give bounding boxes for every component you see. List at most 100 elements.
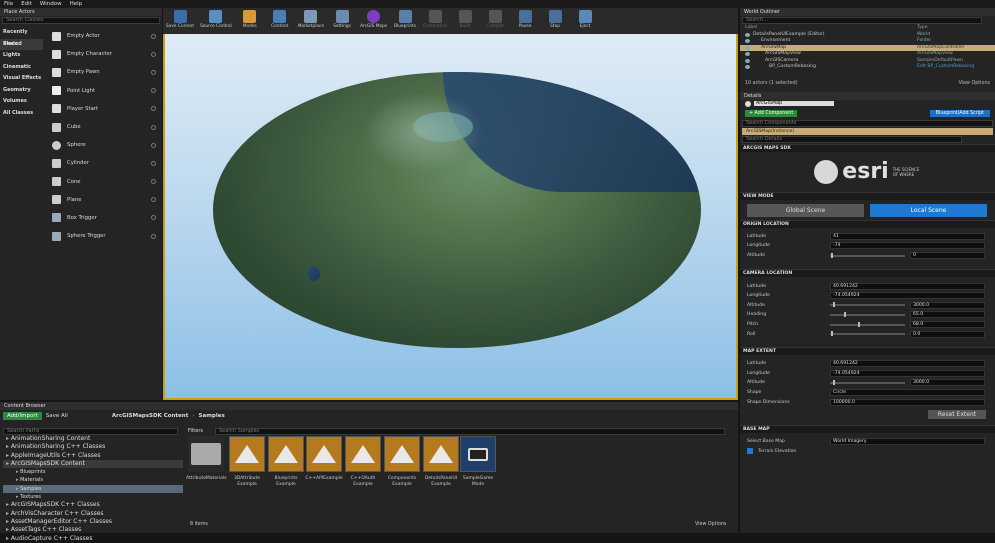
outliner-search-input[interactable]: Search...	[742, 17, 982, 24]
category-lights[interactable]: Lights	[0, 50, 43, 62]
extent-dimensions-input[interactable]: 100000.0	[830, 398, 985, 406]
extent-altitude-input[interactable]: 3000.0	[910, 379, 985, 387]
actor-item[interactable]: Empty Pawn	[44, 63, 162, 81]
origin-latitude-input[interactable]: 41	[830, 232, 985, 240]
extent-shape-dropdown[interactable]: Circle	[830, 388, 985, 396]
instance-row[interactable]: ArcGISMap(Instance)	[742, 127, 993, 135]
folder-item[interactable]: ▸ AppleImageUtils C++ Classes	[3, 452, 183, 460]
camera-heading-slider[interactable]	[830, 312, 905, 318]
add-component-button[interactable]: + Add Component	[745, 109, 798, 117]
info-icon[interactable]	[151, 215, 156, 221]
info-icon[interactable]	[151, 124, 156, 130]
info-icon[interactable]	[151, 51, 156, 57]
actor-item[interactable]: Cube	[44, 118, 162, 136]
toolbar-button[interactable]: Build	[453, 10, 477, 29]
camera-roll-slider[interactable]	[830, 331, 905, 337]
visibility-eye-icon[interactable]	[745, 58, 750, 63]
camera-altitude-slider[interactable]	[830, 302, 905, 308]
folder-item[interactable]: ▸ AssetManagerEditor C++ Classes	[3, 518, 183, 526]
toolbar-button[interactable]: Pause	[513, 10, 537, 29]
add-import-button[interactable]: Add/Import	[3, 412, 42, 420]
toolbar-button[interactable]: Content	[268, 10, 292, 29]
menu-help[interactable]: Help	[70, 1, 83, 7]
toolbar-button[interactable]: Compile	[483, 10, 507, 29]
search-paths-input[interactable]: Search Paths	[3, 428, 178, 435]
info-icon[interactable]	[151, 106, 156, 112]
cb-view-options[interactable]: View Options	[695, 522, 726, 527]
info-icon[interactable]	[151, 160, 156, 166]
actor-item[interactable]: Sphere Trigger	[44, 227, 162, 245]
actor-item[interactable]: Point Light	[44, 82, 162, 100]
folder-item[interactable]: ▸ AssetTags C++ Classes	[3, 526, 183, 534]
origin-altitude-input[interactable]: 0	[910, 251, 985, 259]
folder-item[interactable]: ▸ Materials	[3, 476, 183, 484]
details-tab[interactable]: Details	[740, 91, 995, 100]
asset-thumbnail[interactable]	[188, 436, 224, 472]
info-icon[interactable]	[151, 179, 156, 185]
toolbar-button[interactable]: Eject	[573, 10, 597, 29]
info-icon[interactable]	[151, 197, 156, 203]
toolbar-button[interactable]: Modes	[238, 10, 262, 29]
folder-item[interactable]: ▸ AnimationSharing Content	[3, 435, 183, 443]
filters-button[interactable]: Filters	[188, 428, 203, 434]
breadcrumb-content[interactable]: ArcGISMapsSDK Content	[112, 413, 188, 419]
category-all-classes[interactable]: All Classes	[0, 108, 43, 120]
toolbar-button[interactable]: Cinematics	[423, 10, 447, 29]
save-all-button[interactable]: Save All	[46, 413, 68, 419]
toolbar-button[interactable]: ArcGIS Maps	[360, 10, 387, 29]
actor-item[interactable]: Plane	[44, 191, 162, 209]
visibility-eye-icon[interactable]	[745, 32, 750, 37]
extent-altitude-slider[interactable]	[830, 380, 905, 386]
search-samples-input[interactable]: Search Samples	[215, 428, 725, 435]
asset-thumbnail[interactable]	[268, 436, 304, 472]
actor-name-field[interactable]: ArcGISMap	[754, 101, 834, 106]
asset-thumbnail[interactable]	[460, 436, 496, 472]
actor-item[interactable]: Cone	[44, 173, 162, 191]
extent-header[interactable]: MAP EXTENT	[740, 346, 995, 355]
outliner-view-options[interactable]: View Options	[959, 81, 990, 86]
reset-extent-button[interactable]: Reset Extent	[928, 409, 986, 419]
actor-item[interactable]: Cylinder	[44, 154, 162, 172]
world-outliner-tab[interactable]: World Outliner	[740, 8, 995, 16]
asset-thumbnail[interactable]	[384, 436, 420, 472]
place-actors-tab[interactable]: Place Actors	[0, 8, 162, 16]
folder-item[interactable]: ▸ Samples	[3, 484, 183, 494]
origin-header[interactable]: ORIGIN LOCATION	[740, 219, 995, 228]
camera-header[interactable]: CAMERA LOCATION	[740, 269, 995, 278]
terrain-checkbox[interactable]	[747, 448, 753, 455]
content-browser-tab[interactable]: Content Browser	[0, 402, 738, 410]
visibility-eye-icon[interactable]	[745, 39, 750, 43]
camera-latitude-input[interactable]: 40.691242	[830, 282, 985, 290]
sdk-section-header[interactable]: ARCGIS MAPS SDK	[740, 143, 995, 152]
actor-item[interactable]: Player Start	[44, 100, 162, 118]
info-icon[interactable]	[151, 88, 156, 94]
asset-thumbnail[interactable]	[423, 436, 459, 472]
menu-window[interactable]: Window	[40, 1, 62, 7]
camera-pitch-slider[interactable]	[830, 321, 905, 327]
info-icon[interactable]	[151, 33, 156, 39]
folder-item[interactable]: ▸ ArcGISMapsSDK C++ Classes	[3, 501, 183, 509]
toolbar-button[interactable]: Settings	[330, 10, 354, 29]
visibility-eye-icon[interactable]	[745, 52, 750, 56]
info-icon[interactable]	[151, 69, 156, 75]
class-search-input[interactable]: Search Classes	[2, 17, 160, 24]
toolbar-button[interactable]: Save Current	[166, 10, 194, 29]
extent-longitude-input[interactable]: -74.054924	[830, 369, 985, 377]
origin-longitude-input[interactable]: -74	[830, 242, 985, 250]
visibility-eye-icon[interactable]	[745, 65, 750, 69]
toolbar-button[interactable]: Stop	[543, 10, 567, 29]
toolbar-button[interactable]: Marketplace	[298, 10, 324, 29]
component-search-input[interactable]: Search Components	[742, 119, 993, 127]
level-viewport[interactable]	[163, 10, 738, 400]
folder-item[interactable]: ▸ Blueprints	[3, 468, 183, 476]
view-mode-header[interactable]: VIEW MODE	[740, 191, 995, 200]
info-icon[interactable]	[151, 142, 156, 148]
basemap-header[interactable]: BASE MAP	[740, 424, 995, 433]
actor-item[interactable]: Sphere	[44, 136, 162, 154]
folder-item[interactable]: ▸ Textures	[3, 493, 183, 501]
camera-heading-input[interactable]: 65.0	[910, 311, 985, 319]
camera-altitude-input[interactable]: 3000.0	[910, 301, 985, 309]
toolbar-button[interactable]: Blueprints	[393, 10, 417, 29]
blueprint-add-script-button[interactable]: Blueprint/Add Script	[929, 109, 990, 117]
asset-thumbnail[interactable]	[306, 436, 342, 472]
